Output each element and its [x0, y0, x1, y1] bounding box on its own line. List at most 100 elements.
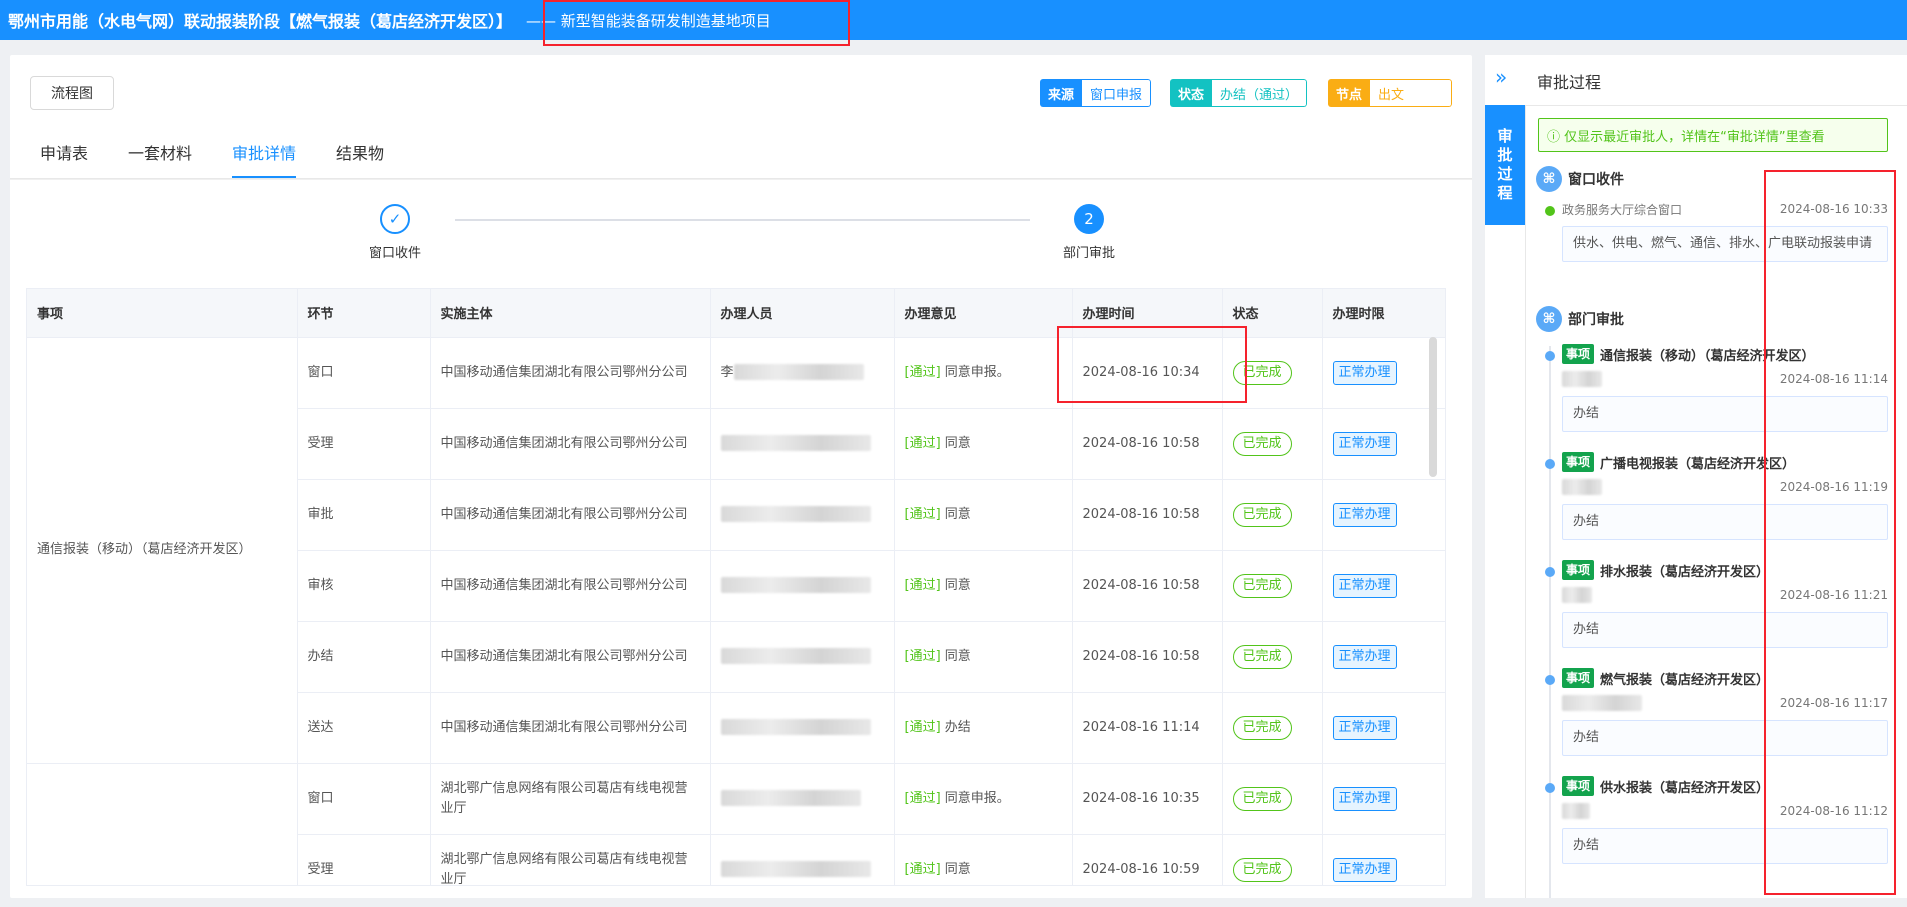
status-badge: 已完成	[1232, 644, 1292, 669]
opinion-text: 办结	[944, 719, 971, 735]
status-badge: 已完成	[1232, 857, 1292, 882]
limit-cell: 正常办理	[1322, 408, 1445, 480]
timeline-line	[1549, 346, 1551, 898]
redacted-name	[1562, 695, 1642, 711]
redacted-name	[720, 790, 861, 806]
opinion-text: 同意	[944, 861, 971, 877]
side-panel-title: 审批过程	[1537, 73, 1602, 92]
item-name: 供水报装（葛店经济开发区）	[1600, 780, 1770, 796]
check-icon: ✓	[380, 204, 410, 234]
side-strip-tab[interactable]: 审批过程	[1485, 105, 1525, 225]
approval-details-content: ✓ 窗口收件 2 部门审批 事项 环节 实施主体 办理人员 办理意见 办理时间 …	[10, 179, 1472, 898]
status-cell: 已完成	[1222, 337, 1323, 409]
status-badge: 已完成	[1232, 502, 1292, 527]
source-key: 来源	[1040, 79, 1083, 107]
timeline-item-content: 办结	[1562, 504, 1888, 540]
redacted-name	[1562, 479, 1602, 495]
step-department-label: 部门审批	[1062, 246, 1115, 261]
double-chevron-right-icon[interactable]: »	[1495, 65, 1507, 89]
item-name: 燃气报装（葛店经济开发区）	[1600, 672, 1770, 688]
item-cell: 通信报装（移动）（葛店经济开发区）	[27, 337, 298, 764]
entity-cell: 中国移动通信集团湖北有限公司鄂州分公司	[430, 621, 711, 693]
pass-tag: [通过]	[904, 364, 941, 380]
step-progress: ✓ 窗口收件 2 部门审批	[10, 180, 1472, 286]
status-cell: 已完成	[1222, 550, 1323, 622]
entity-cell: 中国移动通信集团湖北有限公司鄂州分公司	[430, 550, 711, 622]
item-time: 2024-08-16 10:33	[1779, 202, 1888, 216]
redacted-name	[720, 861, 871, 877]
time-cell: 2024-08-16 10:35	[1072, 763, 1223, 835]
timeline-dot	[1545, 459, 1555, 469]
redacted-name	[720, 506, 871, 522]
timeline-item-meta: 政务服务大厅综合窗口 2024-08-16 10:33	[1562, 198, 1888, 220]
status-badge: 已完成	[1232, 573, 1292, 598]
node-value: 出文	[1370, 79, 1453, 107]
source-value: 窗口申报	[1082, 79, 1152, 107]
tab-results[interactable]: 结果物	[336, 129, 384, 178]
person-cell	[710, 834, 895, 885]
status-key: 状态	[1170, 79, 1213, 107]
time-cell: 2024-08-16 11:14	[1072, 692, 1223, 764]
pass-tag: [通过]	[904, 506, 941, 522]
redacted-name	[720, 435, 871, 451]
approval-process-panel: » 审批过程 审批过程 ⓘ 仅显示最近审批人，详情在“审批详情”里查看 ⌘ 窗口…	[1485, 55, 1907, 898]
limit-badge: 正常办理	[1332, 573, 1397, 598]
tab-bar: 申请表 一套材料 审批详情 结果物	[10, 129, 1472, 179]
entity-cell: 湖北鄂广信息网络有限公司葛店有线电视营业厅	[430, 834, 711, 885]
person-cell	[710, 763, 895, 835]
timeline-item-content: 办结	[1562, 720, 1888, 756]
status-badge: 已完成	[1232, 431, 1292, 456]
timeline-group-window: ⌘ 窗口收件	[1536, 166, 1624, 192]
stage-cell: 办结	[297, 621, 431, 693]
item-tag: 事项	[1562, 452, 1595, 472]
timeline-dot	[1545, 567, 1555, 577]
table-scrollbar[interactable]	[1429, 337, 1437, 477]
redacted-name	[720, 577, 871, 593]
node-key: 节点	[1328, 79, 1371, 107]
tab-approval-details[interactable]: 审批详情	[232, 129, 297, 178]
stage-cell: 受理	[297, 834, 431, 885]
status-tag: 状态 办结（通过）	[1170, 79, 1308, 107]
step-window: ✓ 窗口收件	[350, 204, 440, 261]
status-cell: 已完成	[1222, 692, 1323, 764]
opinion-text: 同意	[944, 577, 971, 593]
item-name: 广播电视报装（葛店经济开发区）	[1600, 456, 1796, 472]
person-cell	[710, 621, 895, 693]
status-cell: 已完成	[1222, 621, 1323, 693]
tab-materials[interactable]: 一套材料	[128, 129, 192, 178]
flowchart-button[interactable]: 流程图	[30, 76, 114, 110]
project-name: —— 新型智能装备研发制造基地项目	[526, 11, 771, 30]
col-header-limit: 办理时限	[1322, 289, 1445, 338]
opinion-text: 同意申报。	[944, 364, 1010, 380]
timeline-item-content: 办结	[1562, 828, 1888, 864]
pass-tag: [通过]	[904, 719, 941, 735]
source-tag: 来源 窗口申报	[1040, 79, 1152, 107]
org-chart-icon: ⌘	[1536, 166, 1562, 192]
opinion-cell: [通过] 同意	[894, 834, 1073, 885]
redacted-name	[1562, 371, 1602, 387]
timeline-dot	[1545, 783, 1555, 793]
item-tag: 事项	[1562, 776, 1595, 796]
limit-badge: 正常办理	[1332, 431, 1397, 456]
opinion-cell: [通过] 同意	[894, 408, 1073, 480]
status-cell: 已完成	[1222, 479, 1323, 551]
limit-cell: 正常办理	[1322, 834, 1445, 885]
timeline-dot	[1545, 351, 1555, 361]
tab-application[interactable]: 申请表	[40, 129, 88, 178]
item-time: 2024-08-16 11:17	[1779, 696, 1888, 710]
approval-table: 事项 环节 实施主体 办理人员 办理意见 办理时间 状态 办理时限 通信报装（移…	[26, 288, 1446, 886]
entity-cell: 湖北鄂广信息网络有限公司葛店有线电视营业厅	[430, 763, 711, 835]
person-cell	[710, 550, 895, 622]
redacted-name	[733, 364, 864, 380]
limit-badge: 正常办理	[1332, 360, 1397, 385]
limit-cell: 正常办理	[1322, 692, 1445, 764]
entity-cell: 中国移动通信集团湖北有限公司鄂州分公司	[430, 692, 711, 764]
time-cell: 2024-08-16 10:58	[1072, 479, 1223, 551]
table-row: 窗口 湖北鄂广信息网络有限公司葛店有线电视营业厅 [通过] 同意申报。 2024…	[27, 763, 1445, 885]
node-tag: 节点 出文	[1328, 79, 1453, 107]
step-number: 2	[1074, 204, 1104, 234]
stage-cell: 窗口	[297, 763, 431, 835]
col-header-status: 状态	[1222, 289, 1323, 338]
timeline-item-content: 供水、供电、燃气、通信、排水、广电联动报装申请	[1562, 226, 1888, 262]
status-badge: 已完成	[1232, 786, 1292, 811]
